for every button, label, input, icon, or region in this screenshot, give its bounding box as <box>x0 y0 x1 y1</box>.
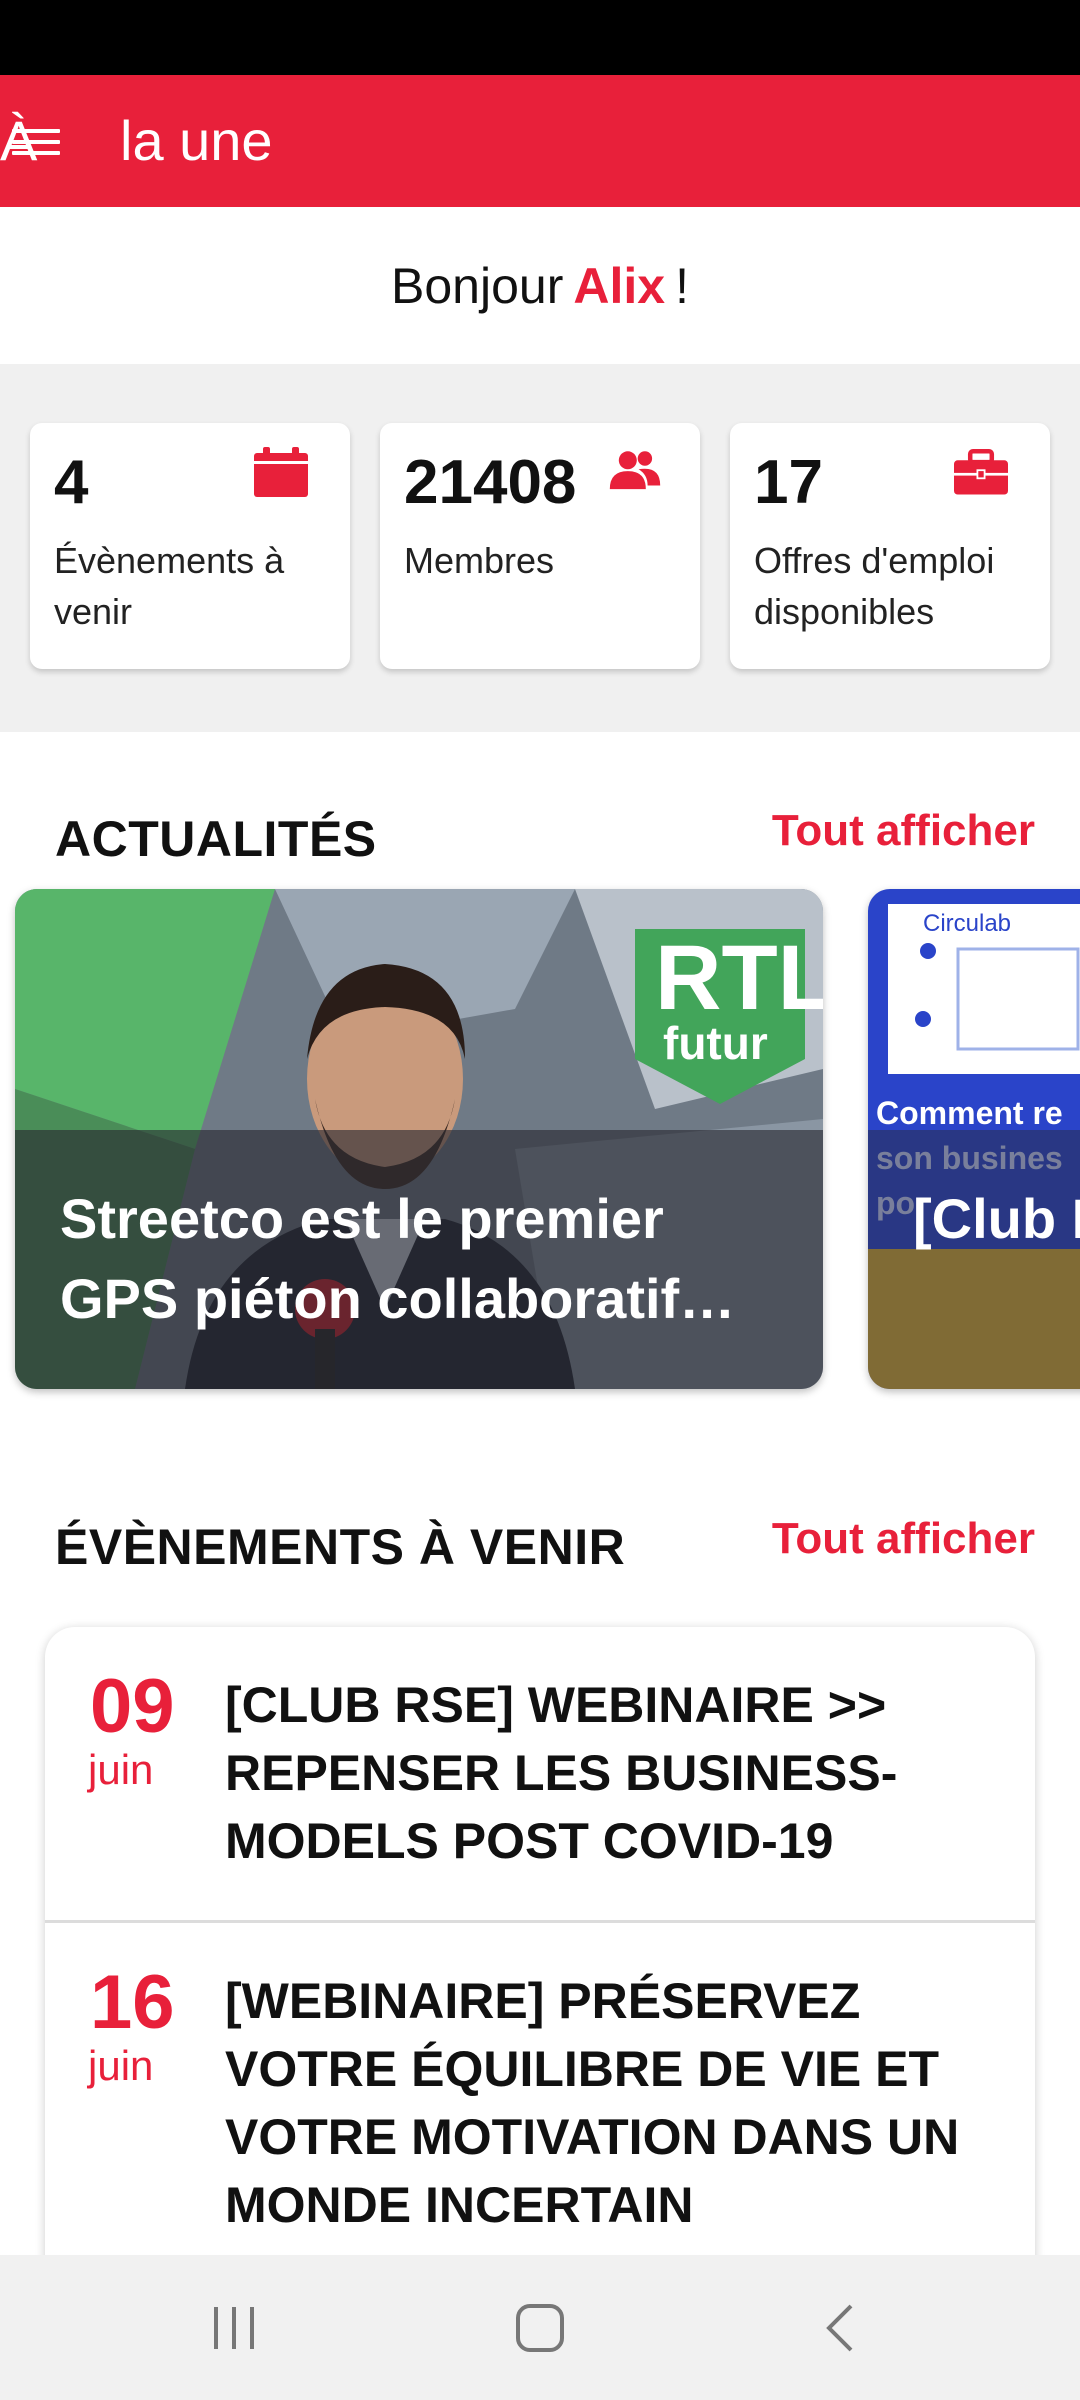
svg-text:Comment re: Comment re <box>876 1095 1063 1131</box>
home-button[interactable] <box>485 2255 595 2400</box>
stat-card-events[interactable]: 4 Évènements à venir <box>30 423 350 669</box>
stat-label-line: disponibles <box>754 591 935 632</box>
recent-apps-icon <box>214 2306 254 2349</box>
menu-button[interactable]: À <box>0 111 110 171</box>
stat-card-jobs[interactable]: 17 Offres d'emploi disponibles <box>730 423 1050 669</box>
events-view-all-link[interactable]: Tout afficher <box>772 1514 1035 1564</box>
event-month: juin <box>88 1746 154 1793</box>
system-nav-bar <box>0 2255 1080 2400</box>
stats-section: 4 Évènements à venir 21408 Membres 17 Of… <box>0 364 1080 732</box>
news-title: [Club RSE] Repen <box>913 1187 1080 1250</box>
back-icon <box>826 2304 853 2351</box>
news-view-all-link[interactable]: Tout afficher <box>772 806 1035 856</box>
event-title: [WEBINAIRE] PRÉSERVEZ VOTRE ÉQUILIBRE DE… <box>225 1973 960 2233</box>
greeting-suffix: ! <box>675 257 689 314</box>
briefcase-icon <box>954 449 1008 495</box>
events-list: 09 juin [CLUB RSE] WEBINAIRE >> REPENSER… <box>45 1627 1035 2327</box>
event-item[interactable]: 09 juin [CLUB RSE] WEBINAIRE >> REPENSER… <box>45 1627 1035 1920</box>
svg-text:futur: futur <box>663 1017 768 1069</box>
event-day: 16 <box>90 1960 175 2045</box>
stat-label-line: venir <box>54 591 133 632</box>
news-header: ACTUALITÉS Tout afficher <box>0 780 1080 880</box>
app-bar: À la une <box>0 75 1080 207</box>
news-heading: ACTUALITÉS <box>55 811 377 867</box>
stat-label: Évènements à venir <box>54 535 326 637</box>
home-icon <box>516 2303 564 2352</box>
users-icon <box>609 451 661 490</box>
stat-label-line: Membres <box>404 540 555 581</box>
events-header: ÉVÈNEMENTS À VENIR Tout afficher <box>0 1488 1080 1588</box>
recent-apps-button[interactable] <box>180 2255 290 2400</box>
events-heading: ÉVÈNEMENTS À VENIR <box>55 1519 626 1575</box>
event-month: juin <box>88 2042 154 2089</box>
status-bar <box>0 0 1080 75</box>
back-button[interactable] <box>785 2255 895 2400</box>
stat-label: Offres d'emploi disponibles <box>754 535 1026 637</box>
circulab-logo-text: Circulab <box>923 910 1011 937</box>
event-day: 09 <box>90 1664 175 1749</box>
news-card[interactable]: RTL futur Streetco est le premier GPS pi… <box>15 889 823 1389</box>
stat-label-line: Évènements à <box>54 540 285 581</box>
stat-card-members[interactable]: 21408 Membres <box>380 423 700 669</box>
greeting-prefix: Bonjour <box>391 257 564 314</box>
event-title: [CLUB RSE] WEBINAIRE >> REPENSER LES BUS… <box>225 1677 898 1869</box>
stat-label: Membres <box>404 535 676 586</box>
news-title: Streetco est le premier GPS piéton colla… <box>60 1187 736 1330</box>
greeting-name: Alix <box>573 257 666 314</box>
hamburger-icon <box>12 129 60 155</box>
app-title: la une <box>120 109 273 172</box>
news-card[interactable]: Circulab Comment re son busines po [Club… <box>868 889 1080 1389</box>
calendar-icon <box>254 447 308 497</box>
rtl-logo-text: RTL <box>655 927 823 1029</box>
stat-label-line: Offres d'emploi <box>754 540 995 581</box>
greeting: Bonjour Alix ! <box>0 207 1080 364</box>
